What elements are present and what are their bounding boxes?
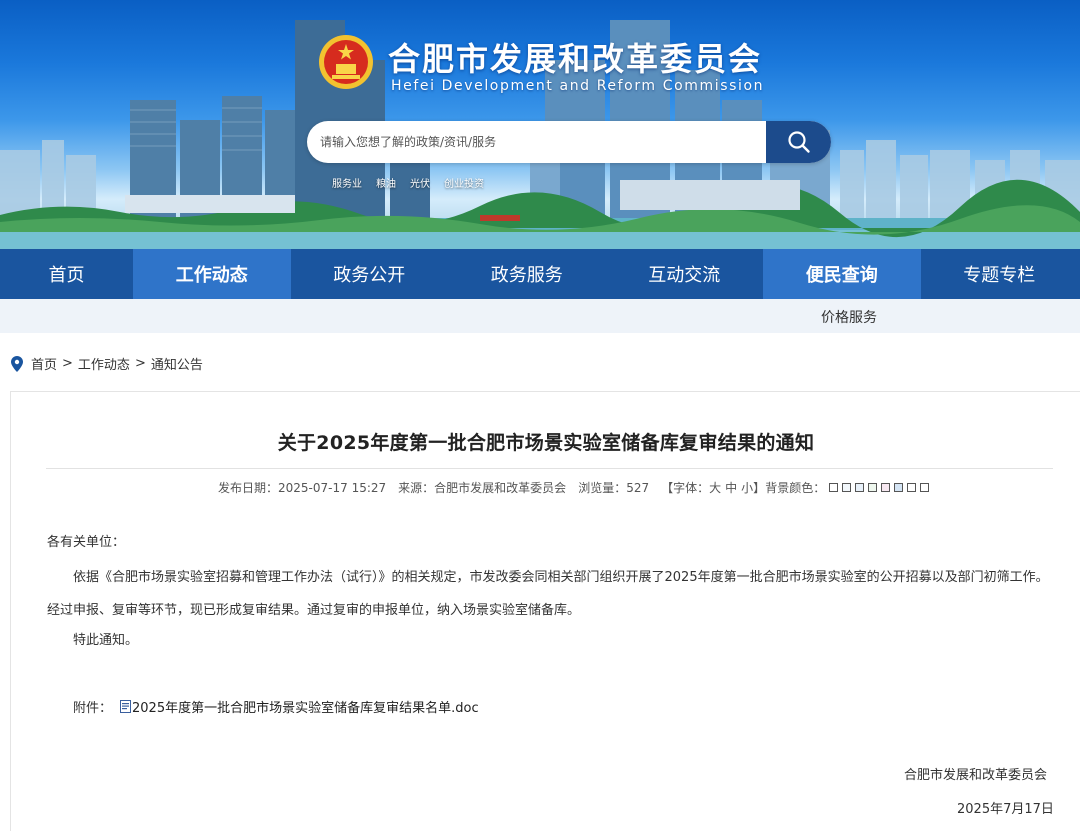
publish-date-label: 发布日期： (218, 481, 279, 495)
nav-home[interactable]: 首页 (0, 249, 133, 299)
hot-word-link[interactable]: 服务业 (332, 175, 362, 190)
signature-date: 2025年7月17日 (957, 802, 1054, 817)
search-icon (787, 131, 810, 153)
nav-interaction[interactable]: 互动交流 (606, 249, 764, 299)
font-size-label: 【字体： (661, 481, 710, 495)
site-subtitle: Hefei Development and Reform Commission (391, 78, 765, 94)
search-bar (307, 121, 831, 163)
bg-color-swatch[interactable] (868, 483, 878, 492)
greeting: 各有关单位： (47, 535, 126, 550)
bg-color-swatch[interactable] (842, 483, 852, 492)
title-divider (46, 468, 1053, 469)
font-size-close: 】 (753, 481, 766, 495)
font-size-medium[interactable]: 中 (725, 479, 737, 496)
bg-color-swatch[interactable] (920, 483, 930, 492)
font-size-large[interactable]: 大 (709, 479, 721, 496)
breadcrumb-home[interactable]: 首页 (31, 354, 57, 373)
article-container: 关于2025年度第一批合肥市场景实验室储备库复审结果的通知 发布日期： 2025… (10, 391, 1080, 831)
bg-color-swatch[interactable] (881, 483, 891, 492)
national-emblem-icon (319, 35, 373, 89)
bg-color-swatch[interactable] (855, 483, 865, 492)
bg-color-swatch[interactable] (829, 483, 839, 492)
breadcrumb-separator: > (62, 356, 73, 371)
site-title: 合肥市发展和改革委员会 (388, 40, 763, 78)
closing-remark: 特此通知。 (73, 633, 139, 648)
word-document-icon (120, 700, 132, 713)
search-button[interactable] (766, 121, 831, 163)
location-pin-icon (11, 355, 23, 372)
signature-organization: 合肥市发展和改革委员会 (904, 768, 1048, 783)
source: 合肥市发展和改革委员会 (434, 481, 567, 495)
main-nav: 首页 工作动态 政务公开 政务服务 互动交流 便民查询 专题专栏 (0, 249, 1080, 299)
breadcrumb-notices[interactable]: 通知公告 (151, 354, 203, 373)
header-banner: 合肥市发展和改革委员会 Hefei Development and Reform… (0, 0, 1080, 249)
subnav-price-service[interactable]: 价格服务 (821, 307, 877, 327)
source-label: 来源： (398, 481, 435, 495)
main-paragraph: 依据《合肥市场景实验室招募和管理工作办法（试行）》的相关规定，市发改委会同相关部… (47, 570, 1049, 618)
article-title: 关于2025年度第一批合肥市场景实验室储备库复审结果的通知 (277, 432, 815, 454)
views-label: 浏览量： (578, 481, 627, 495)
breadcrumb-separator: > (134, 356, 146, 371)
bg-color-swatch[interactable] (894, 483, 904, 492)
nav-public-query[interactable]: 便民查询 (763, 249, 921, 299)
font-size-small[interactable]: 小 (741, 479, 753, 496)
nav-work-news[interactable]: 工作动态 (133, 249, 291, 299)
breadcrumb: 首页 > 工作动态 > 通知公告 (11, 354, 203, 373)
hot-word-link[interactable]: 光伏 (410, 175, 430, 190)
views-count: 527 (626, 480, 650, 495)
nav-government-services[interactable]: 政务服务 (448, 249, 606, 299)
nav-government-affairs[interactable]: 政务公开 (291, 249, 449, 299)
article-meta: 发布日期： 2025-07-17 15:27 来源： 合肥市发展和改革委员会 浏… (218, 479, 930, 496)
attachment-link[interactable]: 2025年度第一批合肥市场景实验室储备库复审结果名单.doc (132, 697, 479, 716)
hot-word-link[interactable]: 粮油 (376, 175, 396, 190)
nav-special-topics[interactable]: 专题专栏 (921, 249, 1079, 299)
search-input[interactable] (307, 121, 767, 163)
attachment-label: 附件： (73, 701, 113, 716)
hot-search-words: 服务业 粮油 光伏 创业投资 (332, 175, 498, 190)
bg-color-swatch[interactable] (907, 483, 917, 492)
background-color-label: 背景颜色： (765, 481, 826, 495)
attachment-row: 附件： 2025年度第一批合肥市场景实验室储备库复审结果名单.doc (73, 697, 479, 716)
publish-date: 2025-07-17 15:27 (278, 480, 387, 495)
sub-nav: 价格服务 (0, 299, 1080, 333)
breadcrumb-work-news[interactable]: 工作动态 (78, 354, 130, 373)
hot-word-link[interactable]: 创业投资 (444, 175, 484, 190)
